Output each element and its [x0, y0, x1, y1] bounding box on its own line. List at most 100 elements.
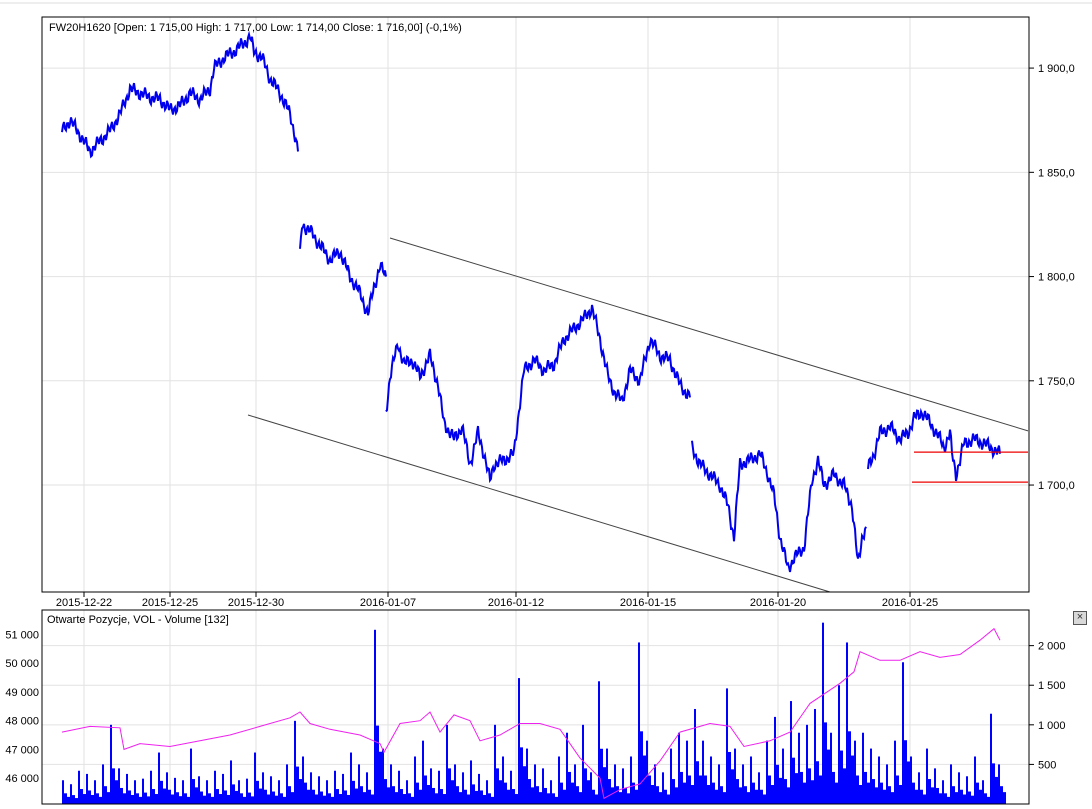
volume-bar	[587, 780, 590, 804]
volume-bar	[648, 775, 651, 804]
volume-bar	[931, 787, 934, 804]
volume-bar	[472, 784, 475, 804]
y-tick-label: 1 800,0	[1038, 272, 1075, 284]
volume-bar	[251, 796, 254, 804]
open-interest-tick-label: 50 000	[5, 658, 39, 670]
volume-bar	[782, 748, 784, 804]
volume-bar	[502, 756, 504, 804]
volume-bar	[64, 793, 67, 804]
volume-bar	[339, 794, 342, 804]
volume-bar	[891, 792, 894, 804]
volume-bar	[718, 764, 720, 804]
volume-bar	[288, 786, 291, 804]
volume-bar	[728, 751, 731, 804]
volume-bar	[552, 793, 555, 804]
volume-bar	[662, 772, 664, 804]
volume-bar	[400, 789, 403, 804]
volume-bar	[272, 791, 275, 804]
volume-bar	[302, 756, 304, 804]
volume-bar	[507, 789, 510, 804]
volume-bar	[542, 768, 544, 804]
volume-bar	[459, 792, 462, 804]
volume-bar	[904, 740, 907, 804]
volume-bar	[134, 780, 136, 804]
volume-bar	[526, 748, 528, 804]
volume-bar	[491, 796, 494, 804]
volume-bar	[784, 779, 787, 804]
volume-bar	[480, 790, 483, 804]
volume-bar	[870, 748, 872, 804]
volume-bar	[222, 773, 224, 804]
volume-bar	[811, 780, 814, 804]
volume-bar	[566, 732, 568, 804]
volume-bar	[704, 775, 707, 804]
volume-bar	[416, 782, 419, 804]
volume-bar	[939, 793, 942, 804]
volume-bar	[163, 788, 166, 804]
volume-bar	[531, 787, 534, 804]
volume-bar	[528, 779, 531, 804]
volume-bar	[198, 776, 200, 804]
volume-bar	[846, 642, 848, 804]
volume-bar	[107, 792, 110, 804]
volume-bar	[430, 768, 432, 804]
volume-bar	[760, 789, 763, 804]
volume-bar	[150, 770, 152, 804]
volume-bar	[518, 678, 520, 804]
volume-bar	[955, 792, 958, 804]
volume-bar	[120, 787, 123, 804]
volume-bar	[899, 784, 902, 804]
volume-bar	[822, 622, 824, 804]
volume-bar	[230, 760, 232, 804]
y-tick-label: 1 700,0	[1038, 480, 1075, 492]
volume-bar	[147, 796, 150, 804]
volume-bar	[651, 784, 654, 804]
volume-bar	[166, 772, 168, 804]
volume-bar	[710, 756, 712, 804]
volume-bar	[795, 773, 798, 804]
volume-bar	[86, 773, 88, 804]
volume-bar	[694, 708, 696, 804]
close-panel-button[interactable]: ×	[1073, 611, 1087, 625]
volume-bar	[742, 764, 744, 804]
volume-bar	[886, 764, 888, 804]
volume-bar	[555, 796, 558, 804]
x-tick-label: 2015-12-30	[228, 597, 284, 609]
volume-bar	[862, 732, 864, 804]
volume-bar	[966, 776, 968, 804]
volume-bar	[432, 787, 435, 804]
volume-bar	[187, 796, 190, 804]
volume-bar	[275, 795, 278, 804]
open-interest-tick-label: 49 000	[5, 687, 39, 699]
volume-bar	[750, 756, 752, 804]
volume-bar	[216, 789, 219, 804]
volume-bar	[315, 794, 318, 804]
open-interest-tick-label: 51 000	[5, 629, 39, 641]
volume-bar	[78, 770, 80, 804]
volume-bar	[942, 780, 944, 804]
volume-bar	[259, 788, 262, 804]
volume-bar	[382, 748, 384, 804]
volume-bar	[598, 681, 600, 804]
volume-bar	[971, 795, 974, 804]
volume-bar	[326, 780, 328, 804]
volume-bar	[688, 775, 691, 804]
volume-bar	[950, 764, 952, 804]
volume-bar	[160, 780, 163, 804]
volume-bar	[464, 789, 467, 804]
volume-bar	[678, 732, 680, 804]
volume-bar	[702, 740, 704, 804]
volume-bar	[112, 768, 115, 804]
volume-bar	[219, 794, 222, 804]
volume-bar	[232, 784, 235, 804]
volume-bar	[320, 791, 323, 804]
volume-bar	[1000, 786, 1003, 804]
x-tick-label: 2015-12-22	[56, 597, 112, 609]
volume-bar	[582, 724, 584, 804]
volume-bar	[656, 786, 659, 804]
volume-bar	[99, 796, 102, 804]
volume-bar	[454, 764, 456, 804]
volume-bar	[368, 789, 371, 804]
volume-bar	[944, 793, 947, 804]
volume-bar	[976, 782, 979, 804]
